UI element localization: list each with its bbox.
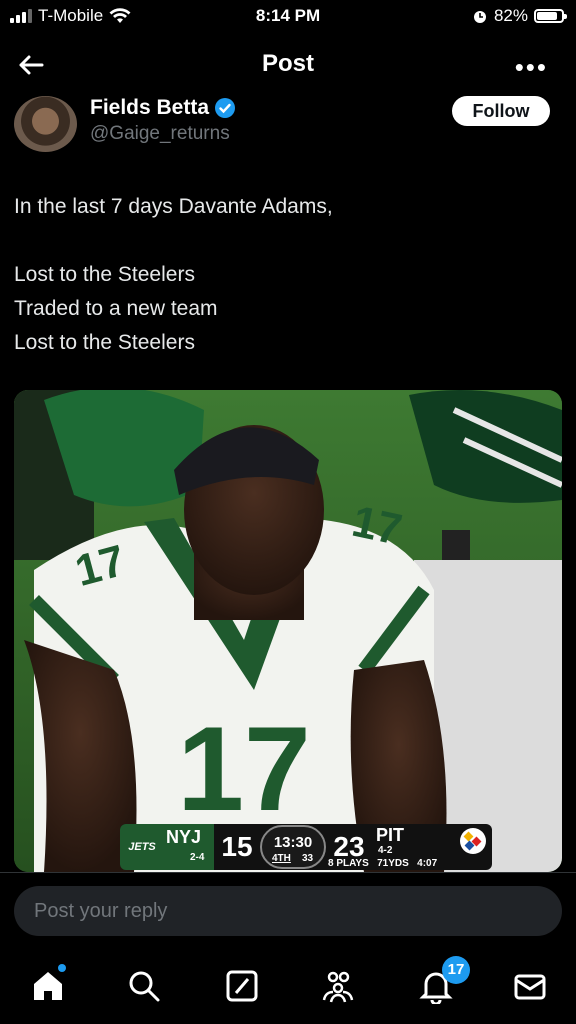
bottom-tab-bar: 17 [0, 950, 576, 1024]
home-icon [34, 972, 62, 1000]
search-icon [129, 971, 160, 1002]
notifications-badge: 17 [442, 956, 470, 984]
follow-button[interactable]: Follow [452, 96, 550, 126]
tab-notifications[interactable]: 17 [418, 956, 470, 1006]
scorebug: JETS NYJ 2-4 15 13:30 4TH 33 23 PIT 4-2 … [120, 824, 492, 870]
tab-grok[interactable] [224, 968, 260, 1004]
post-text-line: In the last 7 days Davante Adams, [14, 195, 333, 218]
quarter: 4TH [272, 853, 291, 864]
tab-messages[interactable] [512, 968, 548, 1004]
player-photo: 17 17 17 [14, 390, 562, 872]
drive-time: 4:07 [417, 858, 438, 869]
page-title: Post [261, 50, 314, 77]
away-score: 15 [221, 831, 253, 862]
away-team-block: NYJ 2-4 [164, 824, 214, 870]
avatar[interactable] [14, 96, 77, 152]
alarm-icon [473, 11, 486, 23]
drive-plays: 8 PLAYS [328, 858, 369, 869]
post-text: In the last 7 days Davante Adams, Lost t… [14, 190, 562, 360]
battery-icon [534, 9, 567, 23]
envelope-icon [514, 974, 546, 1000]
home-record: 4-2 [378, 845, 393, 856]
post-author: Fields Betta @Gaige_returns Follow [14, 96, 562, 160]
play-clock: 33 [302, 853, 314, 864]
shoulder-number-right: 17 [348, 497, 406, 555]
post-image[interactable]: 17 17 17 JETS NYJ 2-4 15 13:30 4TH 33 23… [14, 390, 562, 872]
post-text-line [14, 224, 562, 258]
verified-badge-icon [215, 98, 236, 118]
home-new-indicator [58, 964, 66, 972]
tab-home[interactable] [30, 964, 66, 1004]
status-bar: T-Mobile 8:14 PM 82% [0, 0, 576, 32]
drive-yards: 71YDS [377, 858, 409, 869]
battery-percent: 82% [493, 6, 528, 25]
game-clock: 13:30 4TH 33 [260, 825, 326, 869]
author-name[interactable]: Fields Betta [90, 96, 209, 120]
away-brand: JETS [120, 824, 164, 870]
away-record: 2-4 [190, 852, 205, 863]
post-text-line: Lost to the Steelers [14, 263, 195, 286]
jersey-number: 17 [177, 702, 310, 836]
author-handle[interactable]: @Gaige_returns [90, 123, 230, 145]
clock-time: 13:30 [273, 834, 313, 851]
post-text-line: Traded to a new team [14, 297, 218, 320]
grok-icon [226, 970, 258, 1002]
drive-summary: 8 PLAYS 71YDS 4:07 [328, 858, 437, 869]
steelers-logo-icon [460, 828, 486, 854]
home-team: PIT [376, 825, 405, 845]
more-options-icon[interactable]: ••• [515, 52, 548, 83]
top-nav: Post ••• [0, 36, 576, 92]
post-text-line: Lost to the Steelers [14, 331, 195, 354]
divider [0, 872, 576, 873]
communities-icon [322, 971, 354, 1003]
tab-search[interactable] [126, 968, 162, 1004]
away-team: NYJ [166, 827, 202, 847]
tab-communities[interactable] [320, 968, 356, 1004]
home-team-block: PIT 4-2 8 PLAYS 71YDS 4:07 [328, 824, 492, 870]
author-name-link[interactable]: Fields Betta [90, 96, 236, 120]
reply-input[interactable]: Post your reply [14, 886, 562, 936]
